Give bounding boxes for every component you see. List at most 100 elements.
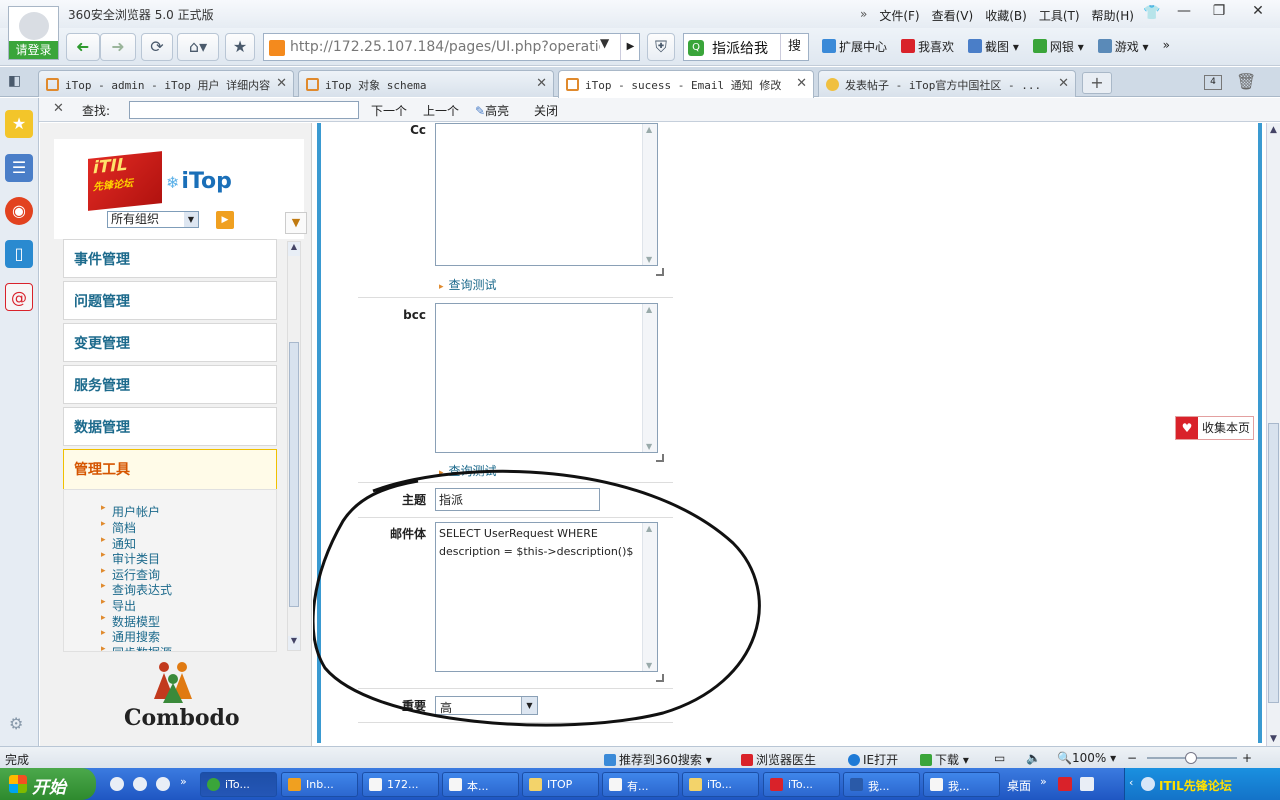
- taskbar-item-itop-folder[interactable]: ITOP: [522, 772, 599, 797]
- org-apply-icon[interactable]: ▶: [216, 211, 234, 229]
- submenu-export[interactable]: 导出: [101, 597, 136, 614]
- weibo-icon[interactable]: ◉: [5, 197, 33, 225]
- quicklaunch-ie-icon[interactable]: [110, 777, 124, 791]
- zoom-out-button[interactable]: −: [1127, 751, 1137, 765]
- minimize-button[interactable]: —: [1172, 3, 1196, 21]
- collect-page-button[interactable]: ♥ 收集本页: [1175, 416, 1254, 440]
- trash-icon[interactable]: 🗑: [1236, 72, 1256, 91]
- help-icon[interactable]: [1080, 777, 1094, 791]
- ext-screenshot[interactable]: 截图 ▾: [968, 38, 1019, 55]
- search-input[interactable]: 指派给我: [712, 38, 768, 58]
- organization-select[interactable]: 所有组织 ▼: [107, 211, 199, 228]
- taskbar-item-search[interactable]: 有...: [602, 772, 679, 797]
- page-scrollbar[interactable]: ▲ ▼: [1266, 123, 1280, 746]
- mail-icon[interactable]: @: [5, 283, 33, 311]
- toolbar-overflow-icon[interactable]: »: [1040, 775, 1047, 788]
- mobile-icon[interactable]: ▯: [5, 240, 33, 268]
- resize-grip-icon[interactable]: [656, 454, 664, 462]
- submenu-user-accounts[interactable]: 用户帐户: [101, 503, 160, 520]
- tab-forum-post[interactable]: 发表帖子 - iTop官方中国社区 - ... ✕: [818, 70, 1076, 97]
- zoom-in-button[interactable]: +: [1242, 751, 1252, 765]
- gear-icon[interactable]: ⚙: [9, 714, 23, 733]
- recommend-360-button[interactable]: 推荐到360搜索 ▾: [604, 751, 712, 768]
- taskbar-item-itop-1[interactable]: iTo...: [200, 772, 277, 797]
- tray-app-icon[interactable]: [1141, 777, 1155, 791]
- menu-help[interactable]: 帮助(H): [1092, 7, 1134, 24]
- menu-scrollbar[interactable]: ▲ ▼: [287, 241, 301, 651]
- refresh-button[interactable]: ⟳: [141, 33, 173, 61]
- menu-problem-management[interactable]: 问题管理: [63, 281, 277, 320]
- scroll-up-icon[interactable]: ▲: [288, 242, 300, 256]
- menu-service-management[interactable]: 服务管理: [63, 365, 277, 404]
- scroll-down-icon[interactable]: ▼: [288, 636, 300, 650]
- find-close-icon[interactable]: ✕: [53, 101, 64, 116]
- tab-close-icon[interactable]: ✕: [1058, 76, 1069, 91]
- find-input[interactable]: [129, 101, 359, 119]
- submenu-universal-search[interactable]: 通用搜索: [101, 628, 160, 645]
- favorite-button[interactable]: ★: [225, 33, 255, 61]
- search-box[interactable]: Q 指派给我 搜: [683, 33, 809, 61]
- back-button[interactable]: ➜: [66, 33, 100, 61]
- search-engine-icon[interactable]: Q: [688, 40, 704, 56]
- address-dropdown-icon[interactable]: ▼: [600, 36, 618, 50]
- find-highlight-button[interactable]: ✎高亮: [475, 102, 509, 119]
- menu-admin-tools[interactable]: 管理工具: [63, 449, 277, 491]
- ext-overflow-icon[interactable]: »: [1163, 38, 1170, 55]
- news-icon[interactable]: ☰: [5, 154, 33, 182]
- window-close-button[interactable]: ✕: [1246, 3, 1270, 21]
- menu-scroll-thumb[interactable]: [289, 342, 299, 607]
- desktop-toolbar-label[interactable]: 桌面: [1007, 777, 1031, 794]
- start-button[interactable]: 开始: [0, 768, 96, 800]
- zoom-button[interactable]: 🔍100% ▾: [1057, 751, 1116, 765]
- ext-center[interactable]: 扩展中心: [822, 38, 887, 55]
- volume-icon[interactable]: 🔈: [1026, 751, 1041, 765]
- submenu-audit-categories[interactable]: 审计类目: [101, 550, 160, 567]
- user-avatar[interactable]: 请登录: [8, 6, 59, 60]
- menu-overflow-icon[interactable]: »: [860, 7, 867, 24]
- menu-change-management[interactable]: 变更管理: [63, 323, 277, 362]
- taskbar-item-172[interactable]: 172...: [362, 772, 439, 797]
- scroll-up-icon[interactable]: ▲: [1267, 125, 1280, 135]
- menu-tools[interactable]: 工具(T): [1039, 7, 1080, 24]
- cc-textarea[interactable]: [435, 123, 658, 266]
- quicklaunch-overflow-icon[interactable]: »: [180, 775, 187, 788]
- tab-close-icon[interactable]: ✕: [276, 76, 287, 91]
- page-scroll-thumb[interactable]: [1268, 423, 1279, 703]
- tab-close-icon[interactable]: ✕: [536, 76, 547, 91]
- bcc-textarea[interactable]: [435, 303, 658, 453]
- submenu-sync-data-sources[interactable]: 同步数据源: [101, 644, 172, 651]
- browser-doctor-button[interactable]: 浏览器医生: [741, 751, 816, 768]
- cc-query-test-link[interactable]: 查询测试: [439, 276, 497, 293]
- forward-button[interactable]: ➜: [100, 33, 136, 61]
- ime-icon[interactable]: [1058, 777, 1072, 791]
- tab-email-notification[interactable]: iTop - sucess - Email 通知 修改 ✕: [558, 70, 814, 98]
- zoom-slider[interactable]: [1147, 752, 1237, 764]
- menu-data-management[interactable]: 数据管理: [63, 407, 277, 446]
- sidebar-toggle-icon[interactable]: ◧: [8, 73, 21, 89]
- pin-icon[interactable]: ▼: [285, 212, 307, 234]
- tab-itop-admin[interactable]: iTop - admin - iTop 用户 详细内容 ✕: [38, 70, 294, 97]
- address-go-button[interactable]: ▶: [620, 34, 640, 60]
- resize-grip-icon[interactable]: [656, 268, 664, 276]
- taskbar-item-inbox[interactable]: Inb...: [281, 772, 358, 797]
- new-tab-button[interactable]: +: [1082, 72, 1112, 94]
- zoom-slider-knob[interactable]: [1185, 752, 1197, 764]
- maximize-button[interactable]: ❐: [1207, 3, 1231, 21]
- submenu-query-phrasebook[interactable]: 查询表达式: [101, 581, 172, 598]
- menu-file[interactable]: 文件(F): [879, 7, 919, 24]
- taskbar-item-local[interactable]: 本...: [442, 772, 519, 797]
- ext-like[interactable]: 我喜欢: [901, 38, 954, 55]
- home-button[interactable]: ⌂▾: [177, 33, 219, 61]
- address-bar[interactable]: http://172.25.107.184/pages/UI.php?opera…: [263, 33, 640, 61]
- textarea-scrollbar[interactable]: [642, 124, 657, 265]
- login-button[interactable]: 请登录: [9, 41, 58, 59]
- taskbar-item-mine-2[interactable]: 我...: [923, 772, 1000, 797]
- find-prev-button[interactable]: 上一个: [423, 102, 459, 119]
- submenu-profiles[interactable]: 简档: [101, 519, 136, 536]
- taskbar-item-itop-3[interactable]: iTo...: [763, 772, 840, 797]
- textarea-scrollbar[interactable]: [642, 304, 657, 452]
- find-next-button[interactable]: 下一个: [371, 102, 407, 119]
- screen-icon[interactable]: ▭: [994, 751, 1005, 765]
- ext-bank[interactable]: 网银 ▾: [1032, 38, 1084, 55]
- search-button[interactable]: 搜: [780, 34, 808, 60]
